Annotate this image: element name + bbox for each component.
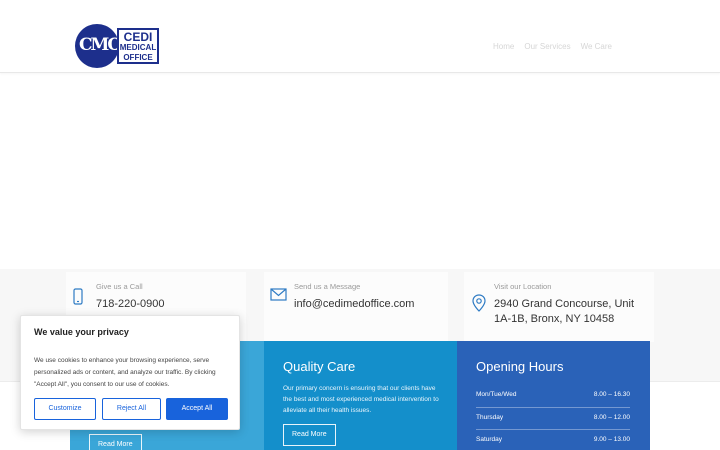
feature-panel-opening-hours: Opening Hours Mon/Tue/Wed 8.00 – 16.30 T…	[457, 341, 650, 450]
feature-panel-quality-care: Quality Care Our primary concern is ensu…	[264, 341, 457, 450]
logo-line-2: MEDICAL	[119, 43, 157, 52]
contact-message: Send us a Message info@cedimedoffice.com	[264, 272, 448, 342]
logo-line-1: CEDI	[123, 30, 153, 44]
panel-title: Opening Hours	[476, 359, 564, 374]
hours-day: Saturday	[476, 436, 503, 443]
reject-all-button[interactable]: Reject All	[102, 398, 161, 420]
contact-call-label: Give us a Call	[96, 282, 143, 291]
panel-description: Our primary concern is ensuring that our…	[283, 385, 439, 414]
contact-location: Visit our Location 2940 Grand Concourse,…	[464, 272, 654, 342]
main-nav: Home Our Services We Care	[493, 42, 612, 51]
logo-line-3: OFFICE	[123, 53, 153, 62]
envelope-icon	[270, 288, 287, 306]
hours-day: Mon/Tue/Wed	[476, 391, 517, 398]
nav-we-care[interactable]: We Care	[581, 42, 612, 51]
read-more-button[interactable]: Read More	[89, 434, 142, 450]
hours-time: 8.00 – 12.00	[593, 413, 630, 421]
nav-our-services[interactable]: Our Services	[524, 42, 570, 51]
cookie-consent-banner: We value your privacy We use cookies to …	[20, 315, 240, 430]
address-line-2: 1A-1B, Bronx, NY 10458	[494, 313, 615, 325]
phone-number[interactable]: 718-220-0900	[96, 297, 165, 312]
accept-all-button[interactable]: Accept All	[166, 398, 228, 420]
read-more-button[interactable]: Read More	[283, 424, 336, 446]
hours-table: Mon/Tue/Wed 8.00 – 16.30 Thursday 8.00 –…	[476, 385, 630, 450]
cookie-title: We value your privacy	[34, 327, 129, 337]
site-logo[interactable]: CMO CEDI MEDICAL OFFICE	[75, 24, 159, 70]
logo-wordmark: CEDI MEDICAL OFFICE	[117, 28, 159, 64]
contact-message-label: Send us a Message	[294, 282, 361, 291]
hours-time: 9.00 – 13.00	[593, 436, 630, 443]
email-address[interactable]: info@cedimedoffice.com	[294, 297, 414, 312]
panel-title: Quality Care	[283, 359, 356, 374]
customize-button[interactable]: Customize	[34, 398, 96, 420]
nav-home[interactable]: Home	[493, 42, 514, 51]
hours-time: 8.00 – 16.30	[593, 391, 630, 398]
phone-icon	[72, 288, 84, 311]
hours-row: Mon/Tue/Wed 8.00 – 16.30	[476, 385, 630, 408]
address-line-1: 2940 Grand Concourse, Unit	[494, 298, 635, 310]
hours-row: Saturday 9.00 – 13.00	[476, 430, 630, 450]
map-pin-icon	[472, 294, 486, 317]
address[interactable]: 2940 Grand Concourse, Unit 1A-1B, Bronx,…	[494, 297, 634, 327]
cookie-description: We use cookies to enhance your browsing …	[34, 357, 216, 388]
logo-emblem: CMO	[75, 24, 122, 68]
contact-location-label: Visit our Location	[494, 282, 552, 291]
site-header: CMO CEDI MEDICAL OFFICE Home Our Service…	[0, 0, 720, 73]
hours-row: Thursday 8.00 – 12.00	[476, 408, 630, 430]
hours-day: Thursday	[476, 413, 504, 421]
logo-monogram: CMO	[79, 35, 122, 55]
